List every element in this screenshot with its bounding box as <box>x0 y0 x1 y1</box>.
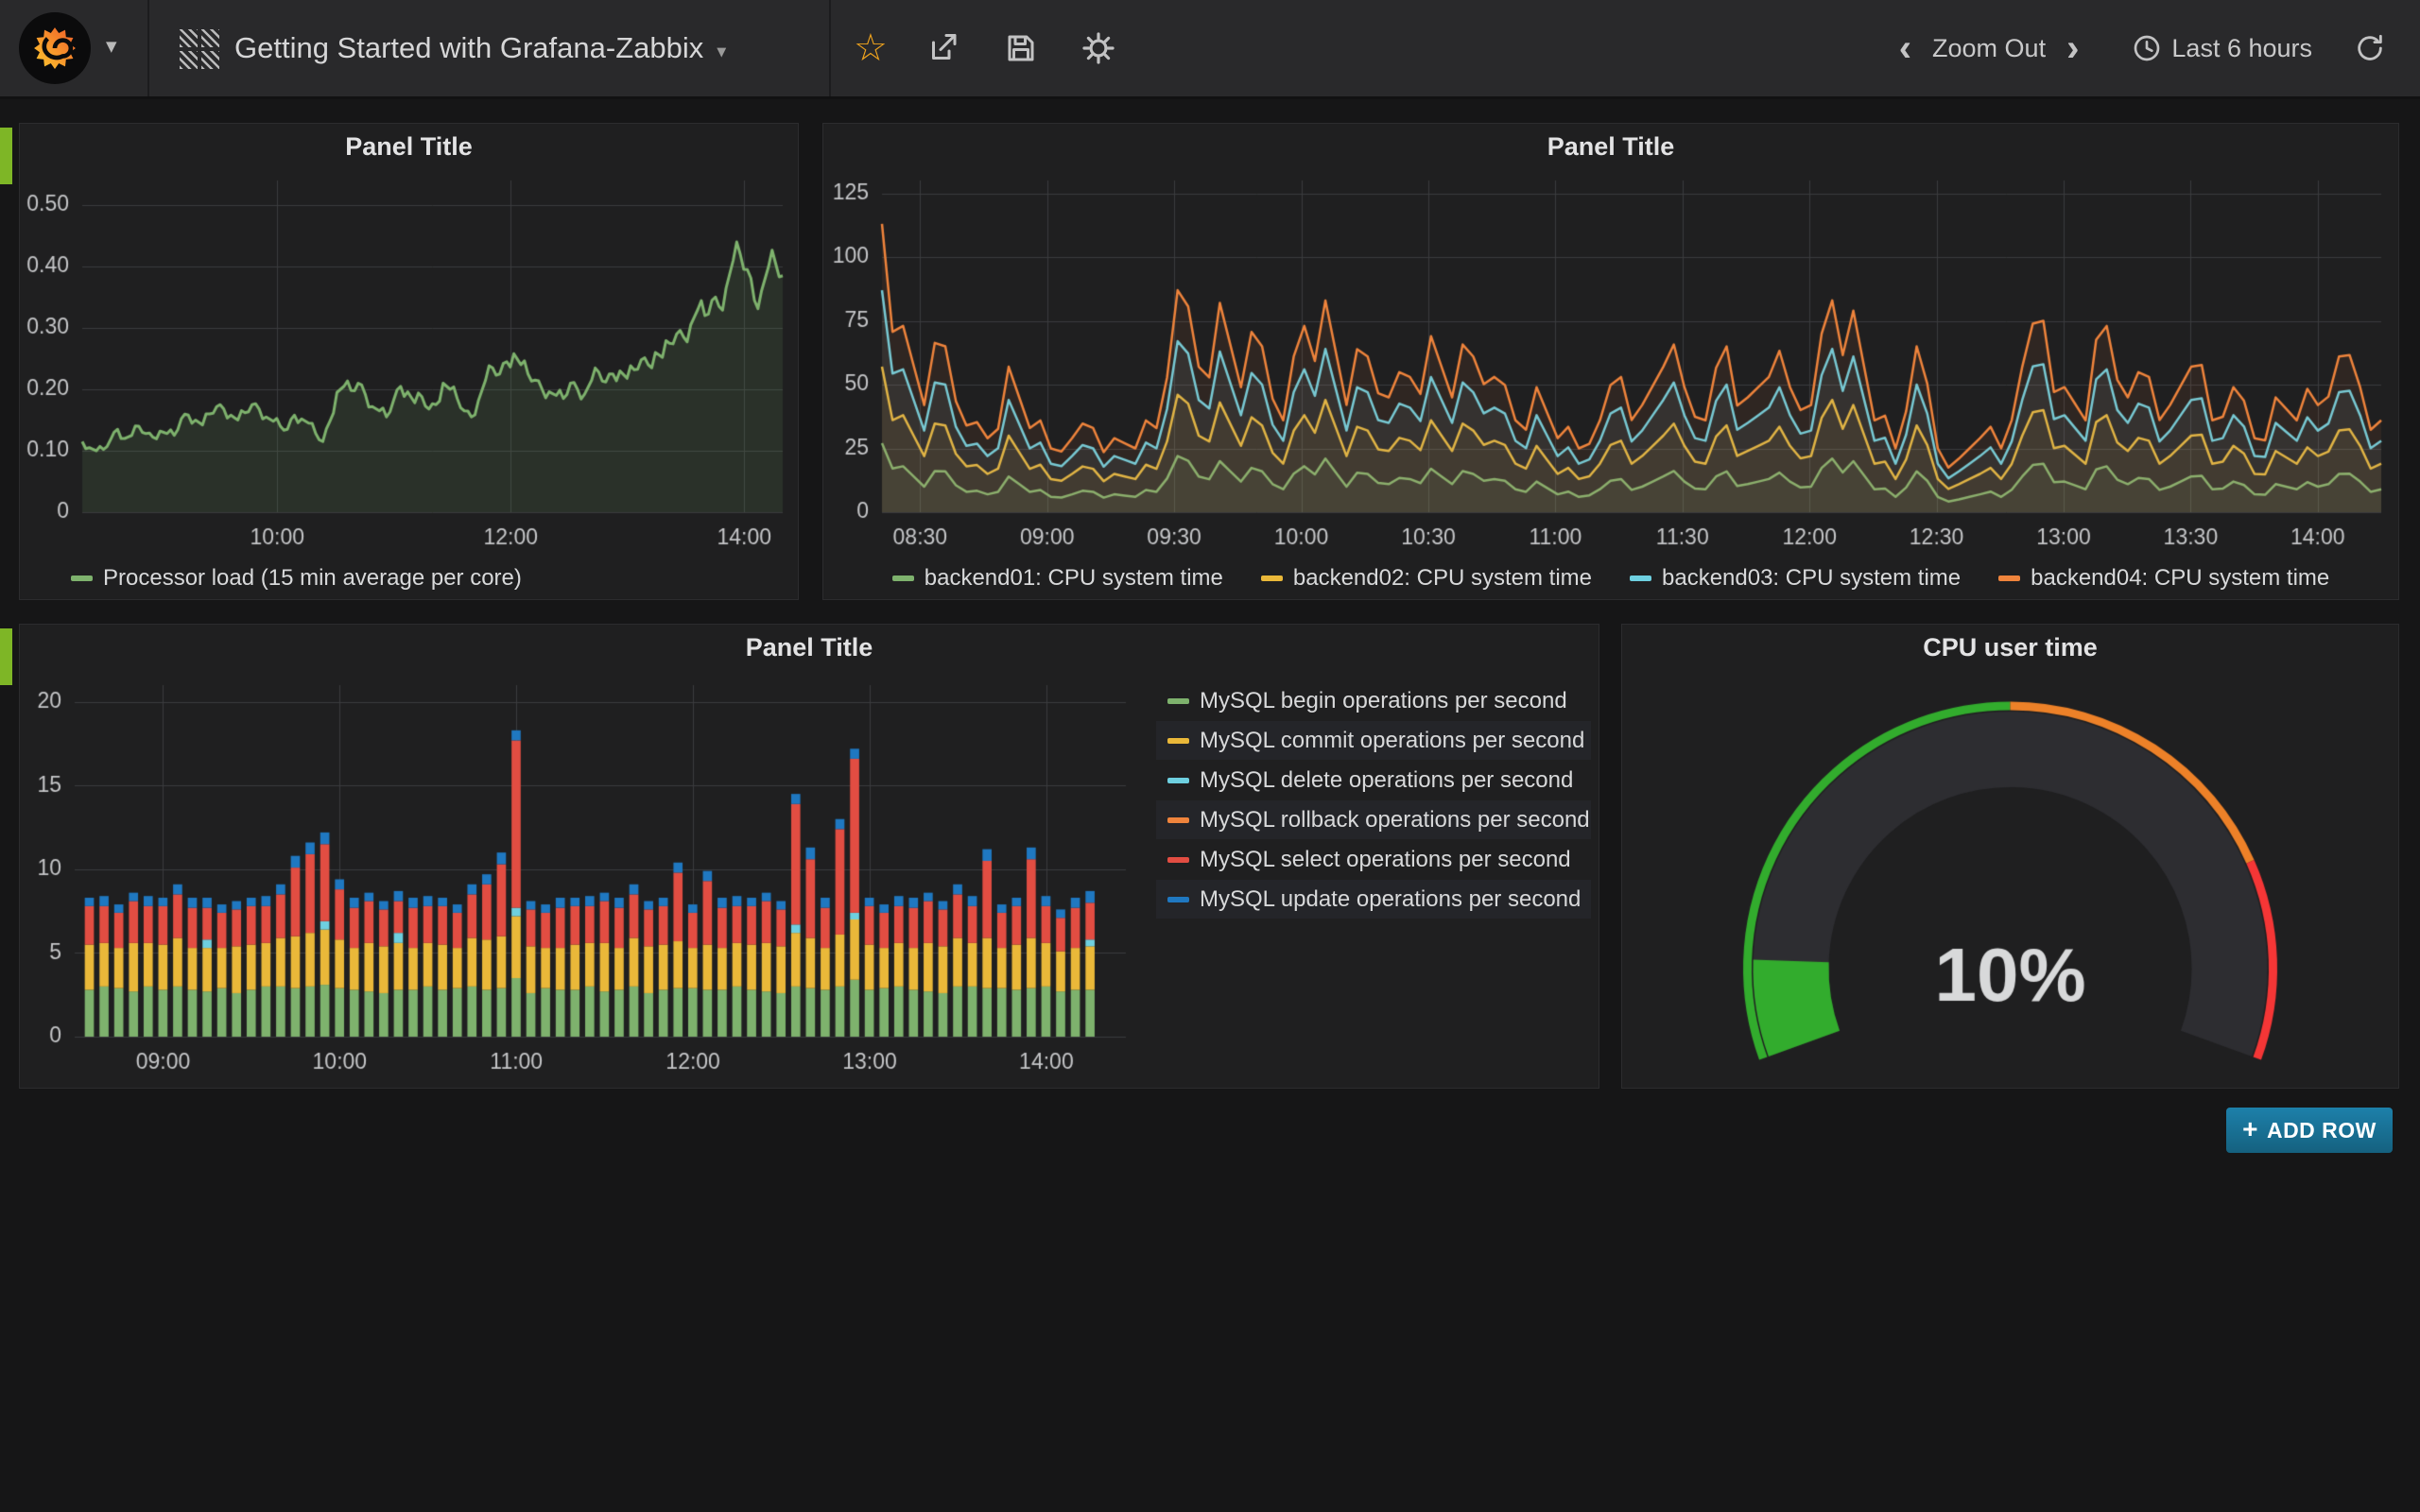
time-shift-left-button[interactable]: ‹ <box>1884 6 1927 91</box>
gear-icon <box>1080 30 1116 66</box>
zoom-out-button[interactable]: Zoom Out <box>1932 34 2046 63</box>
legend-item[interactable]: Processor load (15 min average per core) <box>71 565 522 592</box>
grafana-flame-icon <box>29 23 80 74</box>
grafana-dashboard: ▼ Getting Started with Grafana-Zabbix ▼ … <box>0 0 2420 1512</box>
panel-title[interactable]: Panel Title <box>20 625 1599 668</box>
navbar: ▼ Getting Started with Grafana-Zabbix ▼ … <box>0 0 2420 99</box>
cpu-system-time-chart-canvas[interactable] <box>823 167 2398 559</box>
plus-icon: + <box>2242 1114 2258 1144</box>
legend-color-dash <box>1167 738 1189 744</box>
legend-item[interactable]: MySQL select operations per second <box>1156 840 1591 879</box>
refresh-icon <box>2354 32 2386 64</box>
mysql-operations-chart-canvas[interactable] <box>20 668 1150 1088</box>
star-dashboard-button[interactable]: ☆ <box>854 0 888 96</box>
legend: MySQL begin operations per second MySQL c… <box>1150 668 1597 1088</box>
legend-item-label: MySQL rollback operations per second <box>1200 807 1590 833</box>
panel-cpu-user-time-gauge: CPU user time <box>1621 624 2399 1089</box>
legend-color-dash <box>1167 817 1189 823</box>
navbar-divider <box>147 0 149 96</box>
time-shift-right-button[interactable]: › <box>2051 6 2094 91</box>
legend-item-label: backend03: CPU system time <box>1662 565 1961 592</box>
navbar-divider <box>829 0 831 96</box>
legend-item[interactable]: backend01: CPU system time <box>892 565 1223 592</box>
panel-title[interactable]: Panel Title <box>20 124 798 167</box>
legend-item-label: Processor load (15 min average per core) <box>103 565 522 592</box>
legend-item-label: MySQL update operations per second <box>1200 886 1581 913</box>
time-range-label: Last 6 hours <box>2171 34 2312 63</box>
legend-color-dash <box>1167 857 1189 863</box>
legend-color-dash <box>1998 576 2020 581</box>
legend-color-dash <box>71 576 93 581</box>
save-icon <box>1004 31 1038 65</box>
add-row-label: ADD ROW <box>2267 1118 2377 1143</box>
panel-cpu-system-time: Panel Title backend01: CPU system timeba… <box>822 123 2399 600</box>
legend-item[interactable]: backend04: CPU system time <box>1998 565 2329 592</box>
cpu-user-time-gauge-canvas[interactable] <box>1622 668 2398 1088</box>
row-toggle-handle[interactable] <box>0 128 12 184</box>
panel-processor-load: Panel Title Processor load (15 min avera… <box>19 123 799 600</box>
legend-item[interactable]: MySQL delete operations per second <box>1156 761 1591 799</box>
legend-item[interactable]: MySQL update operations per second <box>1156 880 1591 919</box>
share-icon <box>926 31 960 65</box>
row-toggle-handle[interactable] <box>0 628 12 685</box>
legend-item[interactable]: MySQL rollback operations per second <box>1156 800 1591 839</box>
chevron-down-icon: ▼ <box>717 45 726 60</box>
dashboard-grid-icon <box>180 29 219 69</box>
save-dashboard-button[interactable] <box>1004 0 1038 96</box>
legend-item-label: MySQL select operations per second <box>1200 847 1571 873</box>
legend-color-dash <box>1630 576 1651 581</box>
legend-item[interactable]: backend02: CPU system time <box>1261 565 1592 592</box>
legend-item-label: backend02: CPU system time <box>1293 565 1592 592</box>
legend-color-dash <box>1261 576 1283 581</box>
legend-item[interactable]: MySQL begin operations per second <box>1156 681 1591 720</box>
time-controls: ‹ Zoom Out › Last 6 hours <box>1884 0 2420 96</box>
panel-mysql-operations: Panel Title MySQL begin operations per s… <box>19 624 1599 1089</box>
legend: backend01: CPU system time backend02: CPU… <box>823 559 2398 597</box>
legend-color-dash <box>892 576 914 581</box>
panel-title[interactable]: CPU user time <box>1622 625 2398 668</box>
star-icon: ☆ <box>854 26 888 70</box>
dashboard-title-dropdown[interactable]: Getting Started with Grafana-Zabbix ▼ <box>234 0 726 96</box>
dashboard-title: Getting Started with Grafana-Zabbix <box>234 31 703 65</box>
legend-item-label: backend04: CPU system time <box>2031 565 2329 592</box>
time-range-picker[interactable]: Last 6 hours <box>2132 33 2312 63</box>
panel-title[interactable]: Panel Title <box>823 124 2398 167</box>
legend: Processor load (15 min average per core) <box>20 559 798 597</box>
legend-item-label: MySQL commit operations per second <box>1200 728 1584 754</box>
legend-item-label: backend01: CPU system time <box>925 565 1223 592</box>
legend-color-dash <box>1167 698 1189 704</box>
processor-load-chart-canvas[interactable] <box>20 167 798 559</box>
legend-item[interactable]: backend03: CPU system time <box>1630 565 1961 592</box>
share-dashboard-button[interactable] <box>926 0 960 96</box>
legend-item[interactable]: MySQL commit operations per second <box>1156 721 1591 760</box>
legend-item-label: MySQL delete operations per second <box>1200 767 1573 794</box>
dashboard-settings-button[interactable] <box>1080 0 1116 96</box>
legend-color-dash <box>1167 778 1189 783</box>
add-row-button[interactable]: + ADD ROW <box>2226 1108 2393 1153</box>
grafana-logo[interactable] <box>19 12 91 84</box>
refresh-button[interactable] <box>2354 32 2386 64</box>
legend-item-label: MySQL begin operations per second <box>1200 688 1567 714</box>
chevron-down-icon[interactable]: ▼ <box>106 38 117 55</box>
legend-color-dash <box>1167 897 1189 902</box>
clock-icon <box>2132 33 2162 63</box>
